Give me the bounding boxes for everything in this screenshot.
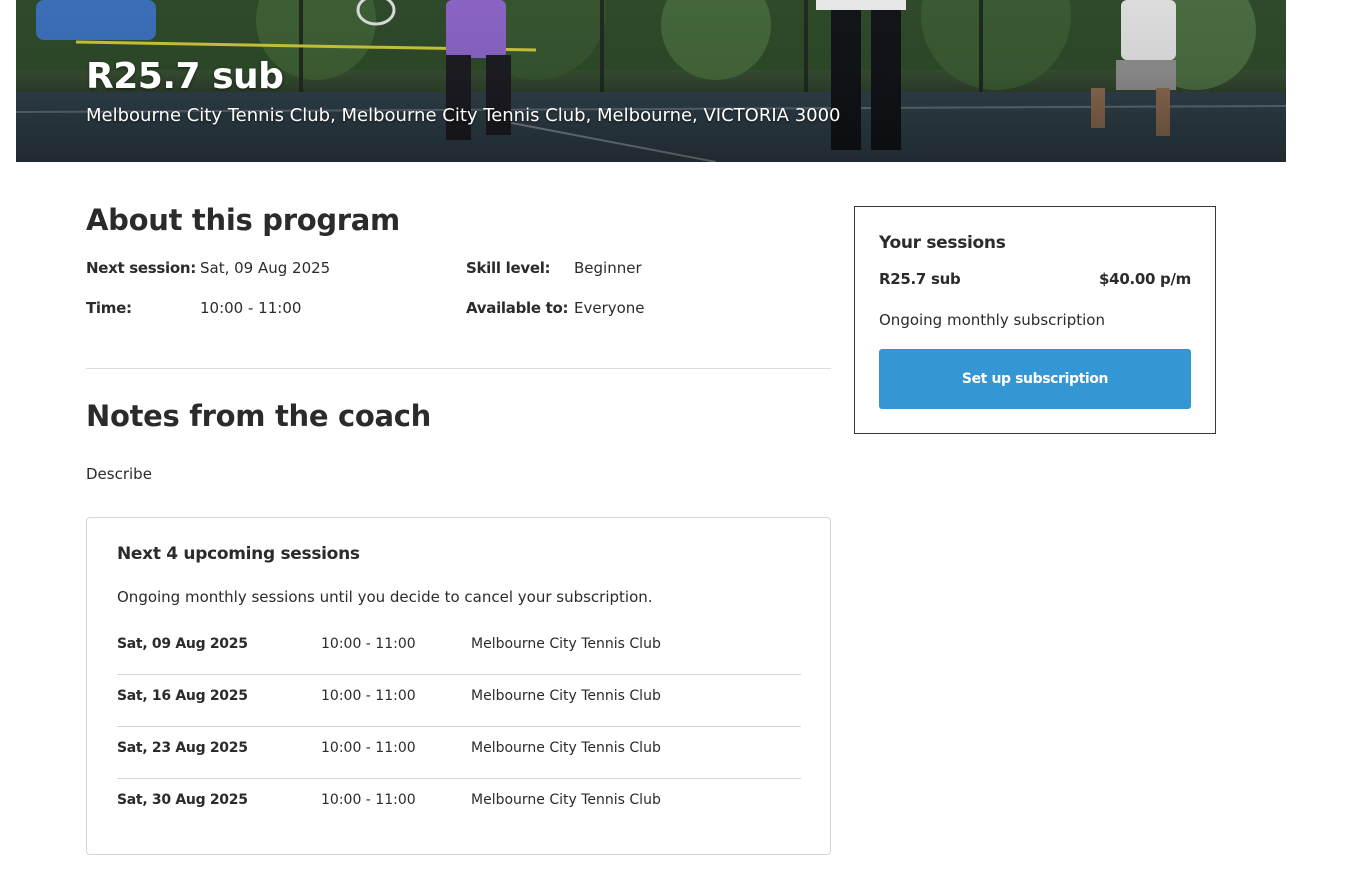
your-sessions-heading: Your sessions (879, 233, 1006, 253)
next-session-value: Sat, 09 Aug 2025 (200, 259, 331, 277)
session-location: Melbourne City Tennis Club (471, 688, 661, 704)
session-time: 10:00 - 11:00 (321, 636, 416, 652)
session-row: Sat, 16 Aug 2025 10:00 - 11:00 Melbourne… (117, 675, 801, 727)
subscription-name: R25.7 sub (879, 270, 961, 288)
program-address: Melbourne City Tennis Club, Melbourne Ci… (86, 105, 841, 126)
session-location: Melbourne City Tennis Club (471, 740, 661, 756)
subscription-description: Ongoing monthly subscription (879, 311, 1105, 329)
section-divider (86, 368, 831, 369)
session-location: Melbourne City Tennis Club (471, 792, 661, 808)
hero-banner: R25.7 sub Melbourne City Tennis Club, Me… (16, 0, 1286, 162)
session-date: Sat, 30 Aug 2025 (117, 792, 248, 808)
skill-level-label: Skill level: (466, 259, 551, 277)
time-value: 10:00 - 11:00 (200, 299, 302, 317)
session-date: Sat, 09 Aug 2025 (117, 636, 248, 652)
about-heading: About this program (86, 203, 400, 237)
session-time: 10:00 - 11:00 (321, 688, 416, 704)
next-session-label: Next session: (86, 259, 196, 277)
upcoming-heading: Next 4 upcoming sessions (117, 544, 360, 564)
skill-level-value: Beginner (574, 259, 642, 277)
available-to-value: Everyone (574, 299, 645, 317)
your-sessions-panel: Your sessions R25.7 sub $40.00 p/m Ongoi… (854, 206, 1216, 434)
notes-heading: Notes from the coach (86, 399, 432, 433)
set-up-subscription-button[interactable]: Set up subscription (879, 349, 1191, 409)
subscription-price: $40.00 p/m (1099, 270, 1191, 288)
available-to-label: Available to: (466, 299, 569, 317)
upcoming-sessions-card: Next 4 upcoming sessions Ongoing monthly… (86, 517, 831, 855)
session-row: Sat, 23 Aug 2025 10:00 - 11:00 Melbourne… (117, 727, 801, 779)
session-date: Sat, 23 Aug 2025 (117, 740, 248, 756)
session-time: 10:00 - 11:00 (321, 740, 416, 756)
session-row: Sat, 09 Aug 2025 10:00 - 11:00 Melbourne… (117, 623, 801, 675)
session-location: Melbourne City Tennis Club (471, 636, 661, 652)
notes-text: Describe (86, 465, 152, 483)
session-time: 10:00 - 11:00 (321, 792, 416, 808)
upcoming-description: Ongoing monthly sessions until you decid… (117, 588, 653, 606)
session-row: Sat, 30 Aug 2025 10:00 - 11:00 Melbourne… (117, 779, 801, 831)
program-title: R25.7 sub (86, 56, 284, 97)
time-label: Time: (86, 299, 132, 317)
session-date: Sat, 16 Aug 2025 (117, 688, 248, 704)
